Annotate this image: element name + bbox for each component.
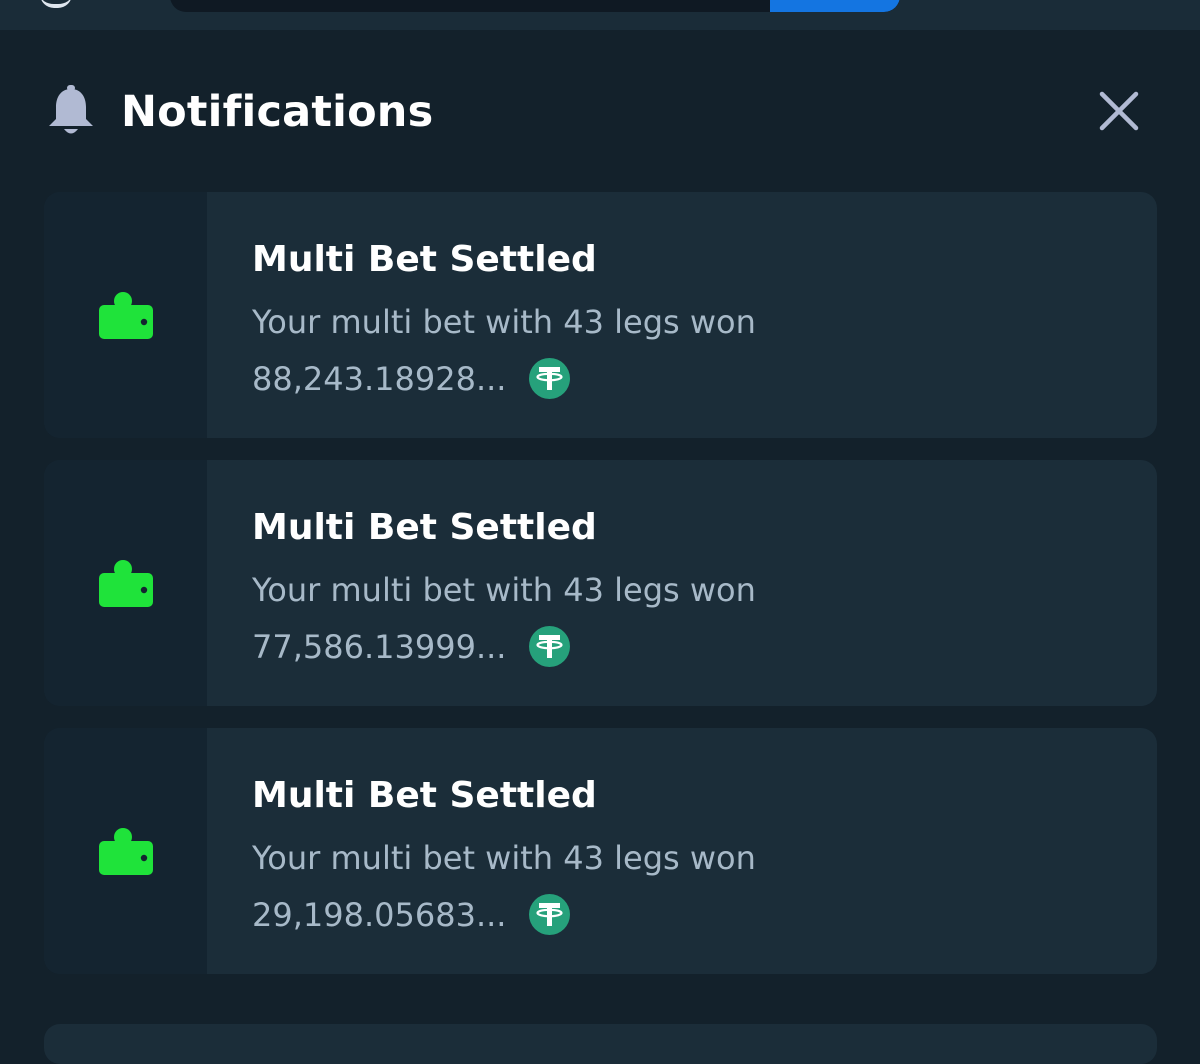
notification-card[interactable]: [44, 1024, 1157, 1064]
notification-amount-row: 77,586.13999...: [252, 626, 571, 667]
notification-title: Multi Bet Settled: [252, 775, 597, 816]
notification-title: Multi Bet Settled: [252, 507, 597, 548]
notification-body: Multi Bet Settled Your multi bet with 43…: [207, 460, 1157, 706]
usdt-icon: [529, 358, 571, 399]
notification-message: Your multi bet with 43 legs won: [252, 839, 756, 877]
notification-message: Your multi bet with 43 legs won: [252, 303, 756, 341]
notification-list: Multi Bet Settled Your multi bet with 43…: [44, 192, 1157, 996]
wallet-icon: [99, 828, 153, 875]
notification-amount-row: 88,243.18928...: [252, 358, 571, 399]
avatar[interactable]: [40, 0, 72, 8]
search-input[interactable]: [170, 0, 900, 12]
notification-icon-column: [44, 728, 207, 974]
close-icon[interactable]: [1097, 89, 1141, 133]
notification-amount: 29,198.05683...: [252, 895, 507, 934]
notification-amount-row: 29,198.05683...: [252, 894, 571, 935]
notifications-panel: Notifications Multi Bet Settled Your mul…: [0, 30, 1200, 1064]
notification-title: Multi Bet Settled: [252, 239, 597, 280]
notification-body: Multi Bet Settled Your multi bet with 43…: [207, 728, 1157, 974]
notification-icon-column: [44, 192, 207, 438]
search-button[interactable]: [770, 0, 900, 12]
notification-icon-column: [44, 460, 207, 706]
wallet-icon: [99, 560, 153, 607]
notifications-header: Notifications: [44, 82, 1154, 146]
page-title: Notifications: [121, 87, 434, 137]
usdt-icon: [529, 894, 571, 935]
notification-message: Your multi bet with 43 legs won: [252, 571, 756, 609]
bell-icon: [49, 85, 93, 134]
top-bar: [0, 0, 1200, 30]
notification-amount: 77,586.13999...: [252, 627, 507, 666]
usdt-icon: [529, 626, 571, 667]
notification-card[interactable]: Multi Bet Settled Your multi bet with 43…: [44, 728, 1157, 974]
notification-card[interactable]: Multi Bet Settled Your multi bet with 43…: [44, 192, 1157, 438]
wallet-icon: [99, 292, 153, 339]
notification-amount: 88,243.18928...: [252, 359, 507, 398]
notification-card[interactable]: Multi Bet Settled Your multi bet with 43…: [44, 460, 1157, 706]
notification-body: Multi Bet Settled Your multi bet with 43…: [207, 192, 1157, 438]
